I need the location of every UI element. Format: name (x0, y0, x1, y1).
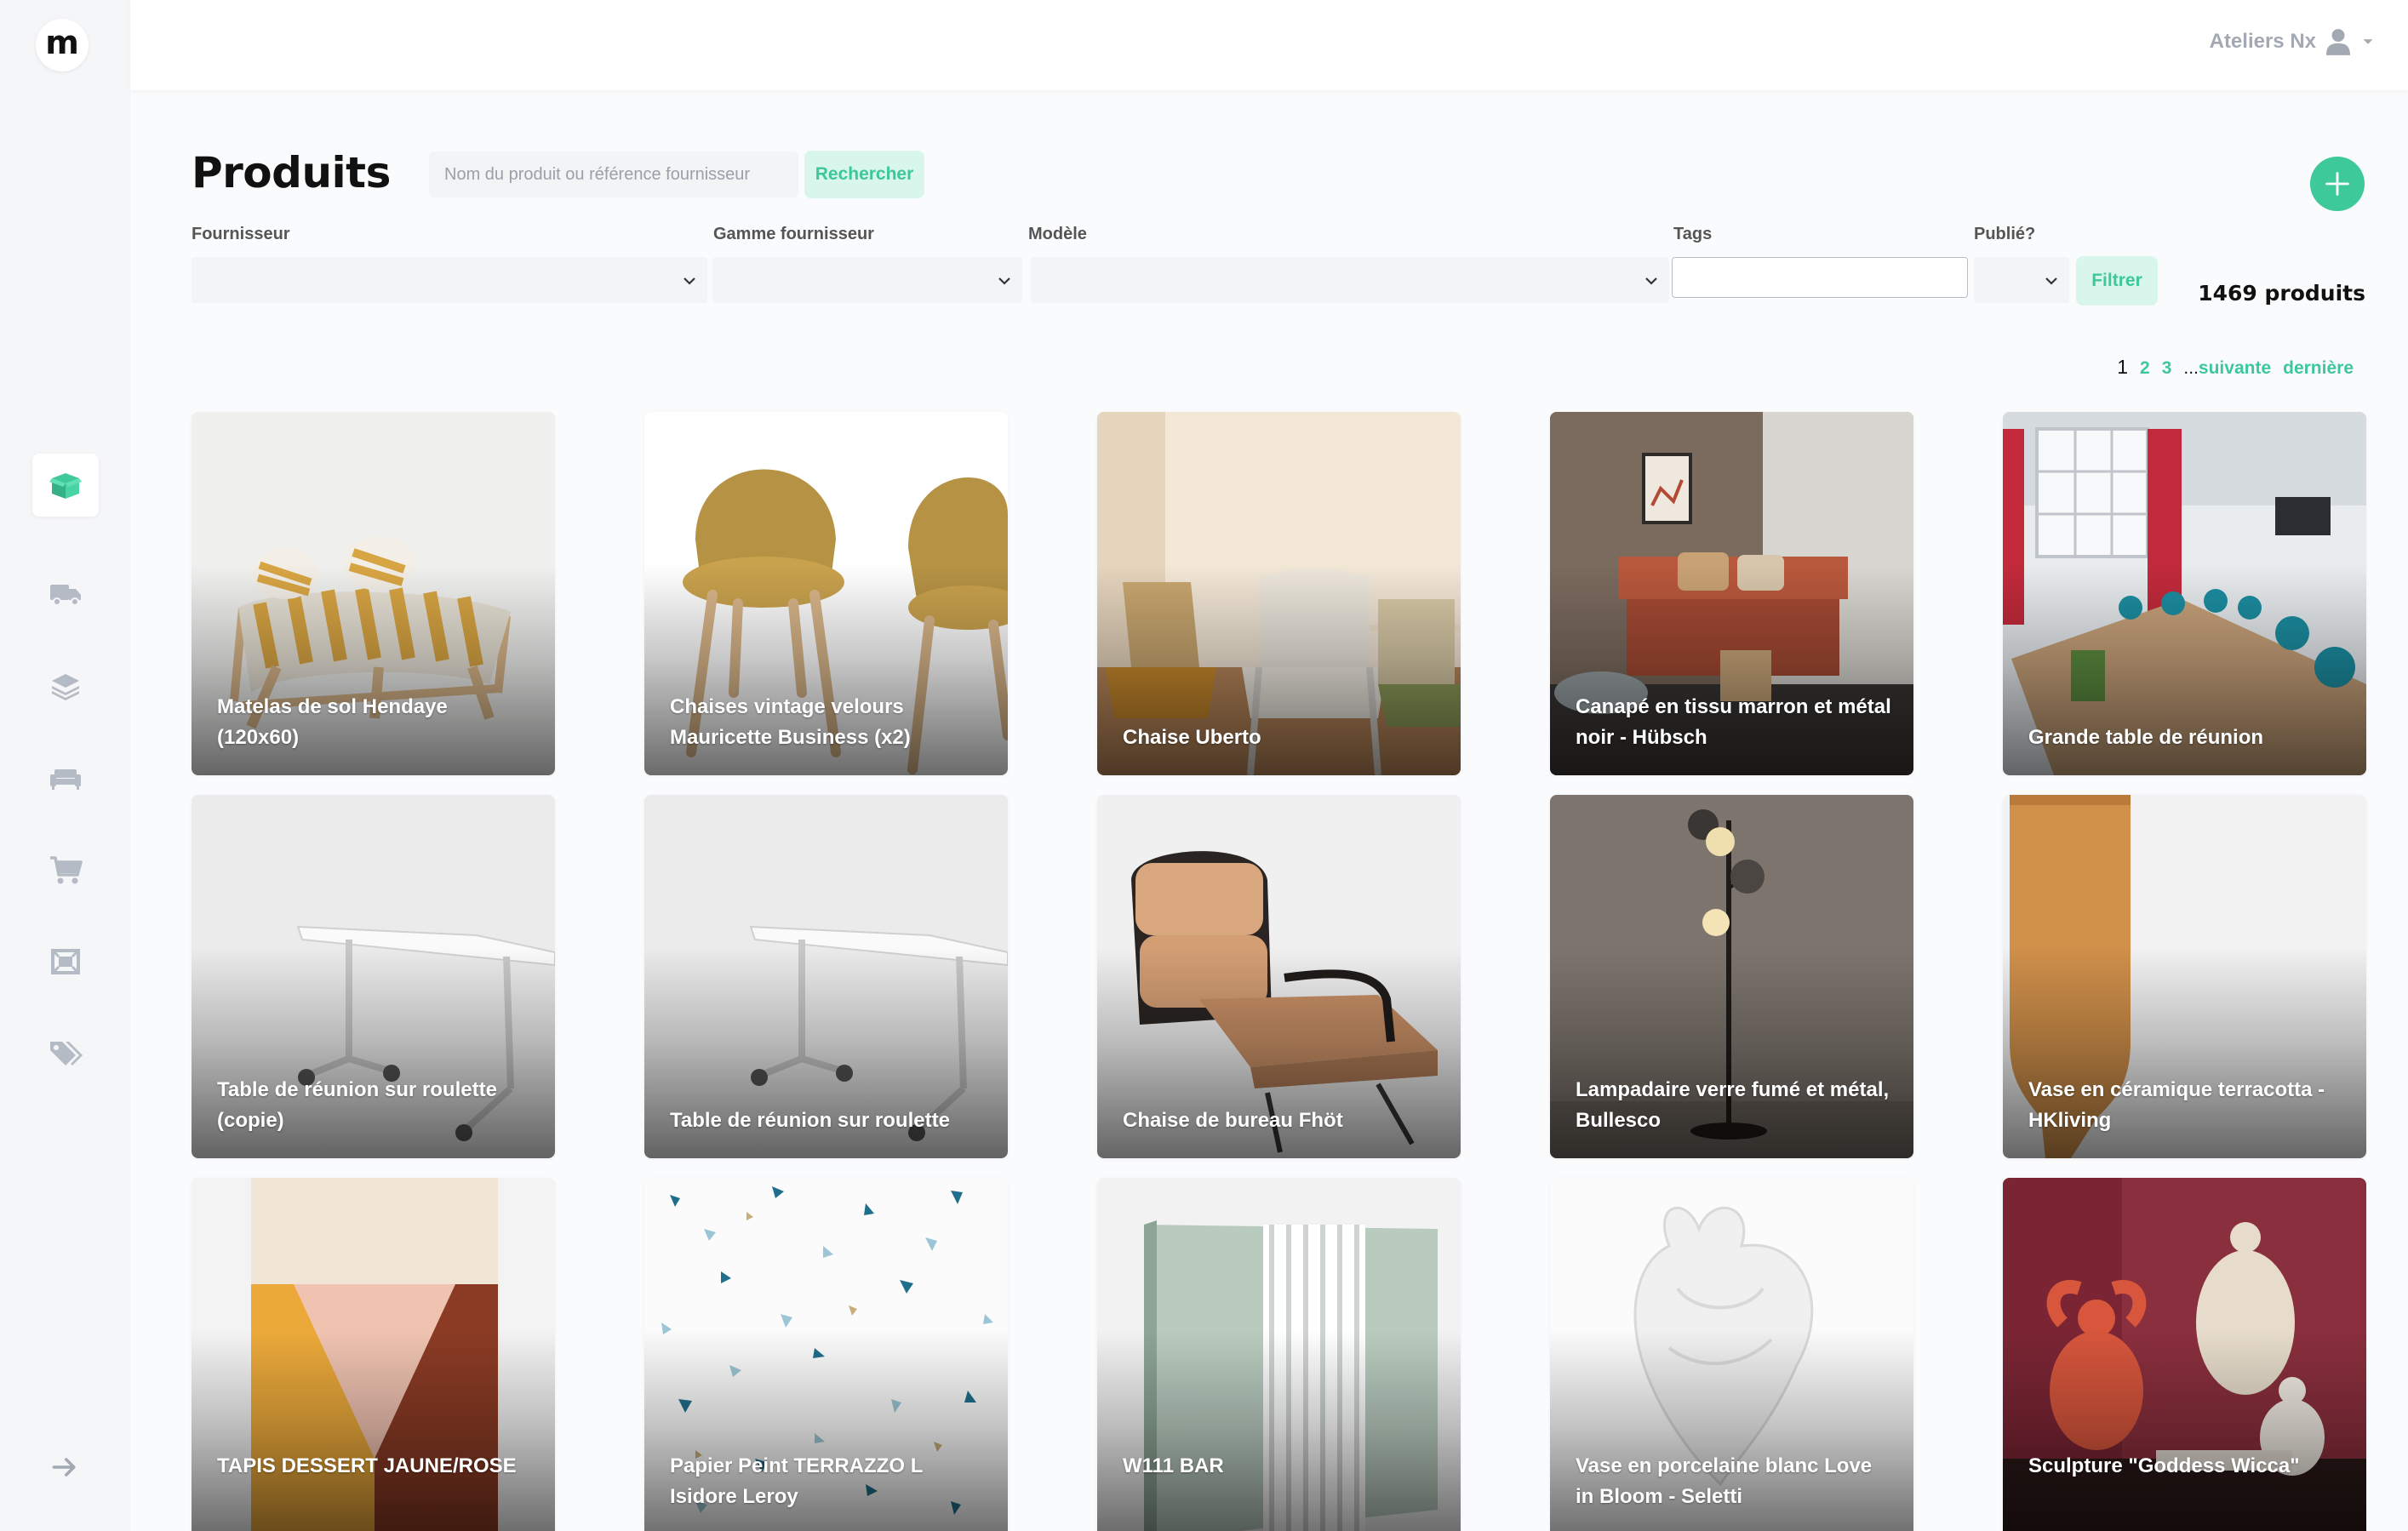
tags-input[interactable] (1672, 257, 1968, 298)
product-card[interactable]: Canapé en tissu marron et métal noir - H… (1550, 412, 1913, 775)
product-card[interactable]: Matelas de sol Hendaye (120x60) (192, 412, 555, 775)
product-card[interactable]: Table de réunion sur roulette (copie) (192, 795, 555, 1158)
truck-icon (50, 585, 81, 606)
product-name: Vase en céramique terracotta - HKliving (2028, 1078, 2325, 1132)
frame-icon (51, 949, 80, 974)
fournisseur-label: Fournisseur (192, 225, 290, 243)
product-card[interactable]: Vase en porcelaine blanc Love in Bloom -… (1550, 1178, 1913, 1531)
product-card[interactable]: Grande table de réunion (2003, 412, 2366, 775)
user-icon (2326, 29, 2350, 55)
product-name: W111 BAR (1123, 1454, 1224, 1477)
add-product-button[interactable] (2310, 157, 2365, 211)
product-card[interactable]: Sculpture "Goddess Wicca" (2003, 1178, 2366, 1531)
page-link-3[interactable]: 3 (2162, 358, 2172, 379)
publie-select[interactable] (1974, 257, 2069, 303)
product-card[interactable]: Chaises vintage velours Mauricette Busin… (644, 412, 1008, 775)
product-count: 1469 produits (2198, 281, 2365, 306)
fournisseur-select[interactable] (192, 257, 707, 303)
product-name: Canapé en tissu marron et métal noir - H… (1576, 695, 1891, 749)
product-name: Chaise Uberto (1123, 726, 1261, 749)
page-ellipsis: ... (2183, 358, 2199, 378)
chevron-down-icon (2045, 277, 2057, 285)
product-card[interactable]: Papier Peint TERRAZZO L Isidore Leroy (644, 1178, 1008, 1531)
product-name: Table de réunion sur roulette (670, 1109, 950, 1132)
product-card[interactable]: W111 BAR (1097, 1178, 1461, 1531)
card-shade (1097, 1330, 1461, 1531)
layers-icon (52, 674, 79, 700)
sidebar-expand-button[interactable] (44, 1450, 85, 1484)
product-card[interactable]: Chaise Uberto (1097, 412, 1461, 775)
search-input[interactable] (429, 151, 798, 197)
box-icon (49, 473, 82, 499)
page-next[interactable]: suivante (2199, 358, 2271, 379)
sidebar-item-cart[interactable] (32, 838, 99, 901)
product-card[interactable]: Table de réunion sur roulette (644, 795, 1008, 1158)
product-card[interactable]: TAPIS DESSERT JAUNE/ROSE (192, 1178, 555, 1531)
product-name: Sculpture "Goddess Wicca" (2028, 1454, 2300, 1477)
product-card[interactable]: Chaise de bureau Fhöt (1097, 795, 1461, 1158)
chevron-down-icon (2363, 39, 2373, 44)
product-name: Papier Peint TERRAZZO L Isidore Leroy (670, 1454, 923, 1508)
card-shade (2003, 1330, 2366, 1531)
page-last[interactable]: dernière (2283, 358, 2354, 379)
arrow-right-icon (52, 1458, 76, 1477)
page-current: 1 (2117, 356, 2129, 378)
product-card[interactable]: Lampadaire verre fumé et métal, Bullesco (1550, 795, 1913, 1158)
sidebar-item-tags[interactable] (32, 1022, 99, 1085)
modele-label: Modèle (1028, 225, 1087, 243)
sidebar-item-rooms[interactable] (32, 930, 99, 993)
tags-label: Tags (1673, 225, 1713, 243)
product-name: Chaise de bureau Fhöt (1123, 1109, 1343, 1132)
user-name: Ateliers Nx (2209, 30, 2316, 53)
product-name: Vase en porcelaine blanc Love in Bloom -… (1576, 1454, 1873, 1508)
product-name: Grande table de réunion (2028, 726, 2264, 749)
tags-icon (50, 1042, 83, 1065)
product-name: Lampadaire verre fumé et métal, Bullesco (1576, 1078, 1890, 1132)
pagination: 1 2 3 ... suivante dernière (2117, 356, 2354, 379)
sidebar-item-delivery[interactable] (32, 563, 99, 626)
gamme-select[interactable] (712, 257, 1022, 303)
sofa-icon (50, 769, 81, 790)
card-shade (192, 1330, 555, 1531)
modele-select[interactable] (1031, 257, 1669, 303)
product-card[interactable]: Vase en céramique terracotta - HKliving (2003, 795, 2366, 1158)
app-logo[interactable]: m (36, 19, 89, 71)
sidebar: m (0, 0, 130, 1531)
product-name: Chaises vintage velours Mauricette Busin… (670, 695, 911, 749)
top-bar: Ateliers Nx (130, 0, 2408, 90)
publie-label: Publié? (1974, 225, 2036, 243)
filter-button[interactable]: Filtrer (2076, 256, 2158, 306)
user-menu[interactable]: Ateliers Nx (2210, 28, 2376, 55)
chevron-down-icon (684, 277, 695, 285)
page-title: Produits (192, 148, 391, 197)
search-button[interactable]: Rechercher (804, 151, 924, 198)
product-name: Matelas de sol Hendaye (120x60) (217, 695, 448, 749)
sidebar-item-layers[interactable] (32, 654, 99, 717)
page-link-2[interactable]: 2 (2140, 358, 2150, 379)
chevron-down-icon (998, 277, 1010, 285)
plus-icon (2325, 172, 2349, 196)
chevron-down-icon (1645, 277, 1657, 285)
sidebar-item-products[interactable] (32, 454, 99, 517)
cart-icon (50, 856, 83, 884)
gamme-label: Gamme fournisseur (713, 225, 874, 243)
product-name: Table de réunion sur roulette (copie) (217, 1078, 497, 1132)
product-name: TAPIS DESSERT JAUNE/ROSE (217, 1454, 517, 1477)
sidebar-item-furniture[interactable] (32, 746, 99, 809)
